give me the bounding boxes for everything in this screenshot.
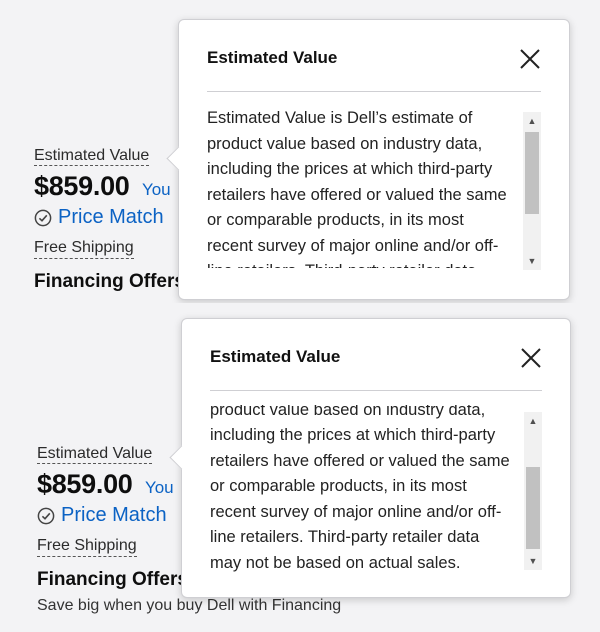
product-pricing-block: Estimated Value $859.00 You Price Match … <box>34 147 185 293</box>
scroll-up-arrow-icon[interactable]: ▲ <box>524 412 542 430</box>
estimated-value-link[interactable]: Estimated Value <box>34 147 150 166</box>
scrollbar-thumb[interactable] <box>525 132 539 214</box>
popover-divider <box>210 390 542 391</box>
estimated-value-popover: Estimated Value Estimated Value is Dell’… <box>169 318 571 598</box>
popover-body-text: Estimated Value is Dell’s estimate of pr… <box>210 405 510 572</box>
scrollbar-thumb[interactable] <box>526 467 540 549</box>
product-price: $859.00 <box>37 469 133 499</box>
scroll-up-arrow-icon[interactable]: ▲ <box>523 112 541 130</box>
free-shipping-link[interactable]: Free Shipping <box>34 239 134 259</box>
close-icon[interactable] <box>517 46 543 72</box>
check-circle-icon <box>37 507 55 524</box>
popover-divider <box>207 91 541 92</box>
popover-body-scroll[interactable]: Estimated Value is Dell’s estimate of pr… <box>207 106 509 268</box>
popover-body-text: Estimated Value is Dell’s estimate of pr… <box>207 109 507 268</box>
financing-offers-heading: Financing Offers <box>34 271 185 292</box>
financing-offers-subtext: Save big when you buy Dell with Financin… <box>37 597 342 614</box>
popover-scrollbar[interactable]: ▲ ▼ <box>524 412 542 570</box>
product-price: $859.00 <box>34 171 130 201</box>
you-save-text: You <box>141 180 171 199</box>
popover-body-scroll[interactable]: Estimated Value is Dell’s estimate of pr… <box>210 405 512 575</box>
estimated-value-popover: Estimated Value Estimated Value is Dell’… <box>166 19 570 300</box>
top-state-panel: Estimated Value $859.00 You Price Match … <box>0 0 600 303</box>
bottom-state-panel: Estimated Value $859.00 You Price Match … <box>0 303 600 632</box>
price-match-link[interactable]: Price Match <box>58 206 164 229</box>
close-icon[interactable] <box>518 345 544 371</box>
popover-title: Estimated Value <box>210 347 341 366</box>
free-shipping-link[interactable]: Free Shipping <box>37 537 137 557</box>
scroll-down-arrow-icon[interactable]: ▼ <box>524 552 542 570</box>
check-circle-icon <box>34 209 52 226</box>
price-match-link[interactable]: Price Match <box>61 504 167 527</box>
popover-title: Estimated Value <box>207 48 338 67</box>
scroll-down-arrow-icon[interactable]: ▼ <box>523 252 541 270</box>
you-save-text: You <box>144 478 174 497</box>
popover-scrollbar[interactable]: ▲ ▼ <box>523 112 541 270</box>
estimated-value-link[interactable]: Estimated Value <box>37 445 153 464</box>
